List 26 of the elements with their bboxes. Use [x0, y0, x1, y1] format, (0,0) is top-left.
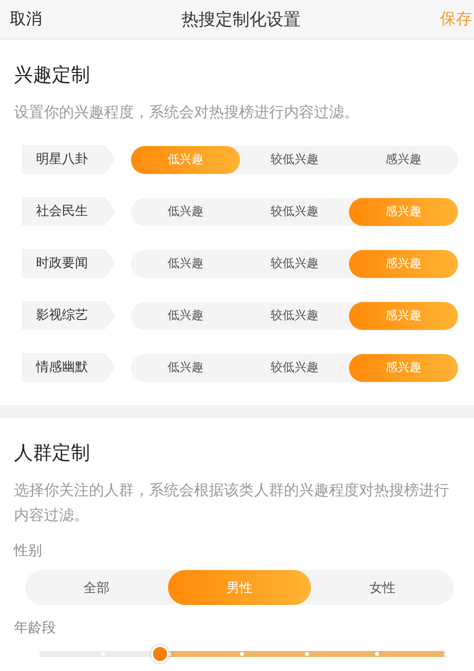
category-tag: 影视综艺 [22, 301, 116, 330]
interest-option[interactable]: 低兴趣 [131, 354, 240, 382]
interest-option[interactable]: 较低兴趣 [240, 302, 349, 330]
page-title: 热搜定制化设置 [182, 8, 300, 30]
age-label: 年龄段 [14, 619, 57, 637]
gender-option[interactable]: 全部 [25, 570, 168, 605]
interest-option[interactable]: 低兴趣 [131, 198, 240, 226]
gender-option[interactable]: 女性 [311, 570, 454, 605]
interest-option[interactable]: 较低兴趣 [240, 146, 349, 174]
category-tag: 情感幽默 [22, 353, 116, 382]
category-tag: 社会民生 [22, 197, 116, 226]
category-tag: 时政要闻 [22, 249, 116, 278]
cancel-button[interactable]: 取消 [10, 8, 42, 30]
section-description: 设置你的兴趣程度，系统会对热搜榜进行内容过滤。 [14, 102, 360, 123]
interest-option[interactable]: 较低兴趣 [240, 250, 349, 278]
gender-label: 性别 [14, 542, 43, 560]
category-tag: 明星八卦 [22, 145, 116, 174]
interest-option[interactable]: 感兴趣 [349, 146, 458, 174]
interest-option[interactable]: 较低兴趣 [240, 354, 349, 382]
slider-handle[interactable] [151, 645, 170, 663]
section-title: 人群定制 [14, 441, 91, 466]
interest-option[interactable]: 低兴趣 [131, 250, 240, 278]
section-description: 选择你关注的人群，系统会根据该类人群的兴趣程度对热搜榜进行内容过滤。 [14, 480, 450, 526]
interest-option[interactable]: 低兴趣 [131, 302, 240, 330]
interest-option[interactable]: 较低兴趣 [240, 198, 349, 226]
section-title: 兴趣定制 [14, 63, 91, 88]
